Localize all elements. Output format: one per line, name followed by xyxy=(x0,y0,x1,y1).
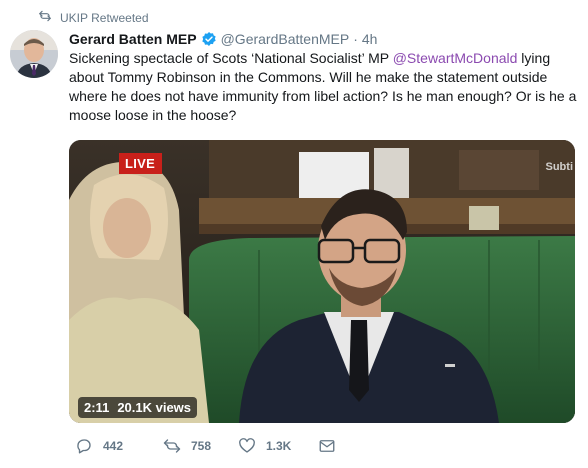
retweeted-by-label: UKIP Retweeted xyxy=(60,10,149,25)
mention-link[interactable]: @StewartMcDonald xyxy=(393,50,518,66)
live-badge: LIVE xyxy=(119,153,163,174)
retweet-count: 758 xyxy=(191,439,212,453)
retweeted-by[interactable]: UKIP Retweeted xyxy=(38,9,149,26)
direct-message-button[interactable] xyxy=(318,437,336,455)
like-icon xyxy=(238,437,256,455)
tweet-header: Gerard Batten MEP @GerardBattenMEP · 4h xyxy=(69,30,377,48)
timestamp[interactable]: 4h xyxy=(362,30,378,48)
video-duration: 2:11 xyxy=(84,400,110,415)
tweet-text-before: Sickening spectacle of Scots ‘National S… xyxy=(69,50,393,66)
video-views: 20.1K views xyxy=(117,400,192,415)
tweet-actions: 442 758 1.3K xyxy=(75,437,336,455)
video-corner-text: Subti xyxy=(545,161,574,173)
verified-badge-icon xyxy=(201,31,217,47)
author-name[interactable]: Gerard Batten MEP xyxy=(69,30,197,48)
retweet-action-icon xyxy=(163,437,181,455)
reply-button[interactable]: 442 xyxy=(75,437,163,455)
author-handle[interactable]: @GerardBattenMEP xyxy=(221,30,350,48)
like-button[interactable]: 1.3K xyxy=(238,437,318,455)
video-player[interactable]: LIVE Subti 2:11 20.1K views xyxy=(69,140,575,423)
retweet-button[interactable]: 758 xyxy=(163,437,238,455)
avatar[interactable] xyxy=(10,30,58,78)
reply-count: 442 xyxy=(103,439,124,453)
retweet-icon xyxy=(38,9,52,26)
tweet-text: Sickening spectacle of Scots ‘National S… xyxy=(69,49,579,125)
reply-icon xyxy=(75,437,93,455)
like-count: 1.3K xyxy=(266,439,292,453)
message-icon xyxy=(318,437,336,455)
video-stats: 2:11 20.1K views xyxy=(78,397,198,418)
separator-dot: · xyxy=(353,31,358,47)
video-thumbnail xyxy=(69,140,575,423)
